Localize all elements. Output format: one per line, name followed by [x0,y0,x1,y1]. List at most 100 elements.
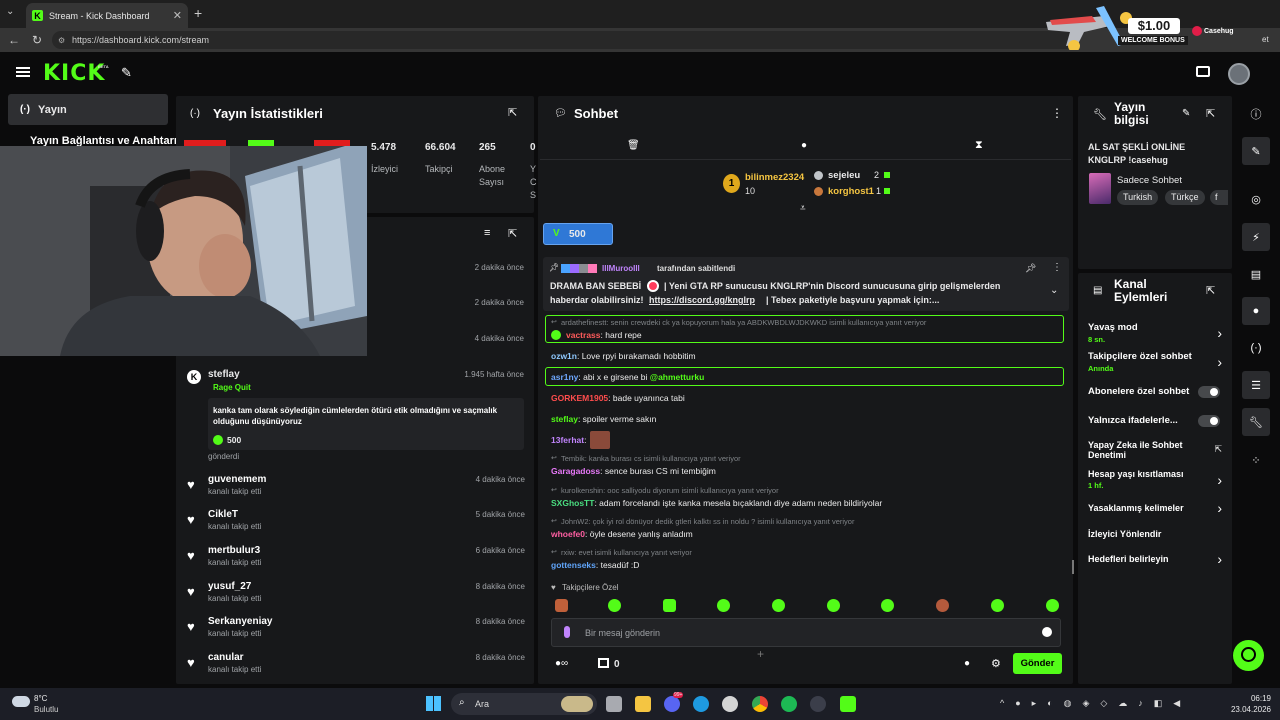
chat-username[interactable]: steflay [551,414,578,424]
hourglass-icon[interactable]: ⧗ [975,139,983,152]
tag-chip[interactable]: Turkish [1117,190,1159,205]
emoji-icon[interactable] [1042,627,1052,637]
follow-username[interactable]: Serkanyeniay [208,616,273,627]
kick-studio-icon[interactable] [840,696,856,712]
broadcast-rail-icon[interactable]: (·) [1242,334,1270,362]
pen-icon[interactable]: ✎ [1242,137,1270,165]
emote-icon[interactable] [1046,599,1059,612]
info-icon[interactable]: ⓘ [1242,100,1270,128]
activity-popout-icon[interactable]: ⇱ [508,227,517,240]
emote-icon[interactable] [772,599,785,612]
file-explorer-icon[interactable] [635,696,651,712]
list-rail-icon[interactable]: ☰ [1242,371,1270,399]
follow-username[interactable]: CikleT [208,509,238,520]
kicks-goal-badge[interactable]: V 500 [543,223,613,245]
windows-start-icon[interactable] [426,696,441,711]
clock-time[interactable]: 06:19 [1243,694,1271,703]
slow-mode-row[interactable]: Yavaş mod 8 sn. › [1088,322,1222,344]
nav-item-yayin[interactable]: (·) Yayın [8,94,168,125]
reload-icon[interactable]: ↻ [32,33,42,47]
pinned-link[interactable]: https://discord.gg/knglrp [649,295,755,305]
chat-username[interactable]: gottenseks [551,560,596,570]
lightning-icon[interactable]: ⚡︎ [1242,223,1270,251]
task-view-icon[interactable] [606,696,622,712]
weather-icon[interactable] [12,696,30,707]
pinned-message[interactable]: 📌︎ lllMurooIll tarafından sabitlendi 📌︎ … [543,257,1069,311]
apps-icon[interactable]: ⁘ [1242,446,1270,474]
chat-username[interactable]: SXGhosTT [551,498,594,508]
category-name[interactable]: Sadece Sohbet [1117,175,1182,186]
goals-row[interactable]: Hedefleri belirleyin › [1088,551,1222,567]
emote-icon[interactable] [827,599,840,612]
edit-icon[interactable]: ✎ [1182,108,1190,119]
menu-icon[interactable] [16,67,30,77]
tray-icons[interactable]: ^●▸◐◍◈◇☁♪◧◀ [1000,698,1210,710]
viewer-redirect-row[interactable]: İzleyici Yönlendir [1088,529,1222,539]
clock-date[interactable]: 23.04.2026 [1226,705,1271,714]
back-icon[interactable]: ← [8,33,20,47]
actions-popout-icon[interactable]: ⇱ [1206,284,1215,297]
store-icon[interactable] [598,658,609,668]
emote-icon[interactable] [991,599,1004,612]
mic-icon[interactable] [564,626,570,638]
discord-icon[interactable] [664,696,680,712]
spotify-icon[interactable] [781,696,797,712]
user-avatar[interactable] [1228,63,1250,85]
new-tab-icon[interactable]: + [194,5,202,21]
chevron-down-icon[interactable]: ⌄ [1050,285,1058,296]
url-field[interactable]: ⚙ https://dashboard.kick.com/stream [52,31,1077,49]
taskbar-search[interactable]: ⌕ Ara [451,693,597,715]
camera-icon[interactable] [1196,66,1210,77]
follow-username[interactable]: yusuf_27 [208,581,251,592]
leader-third-name[interactable]: korghost1 [828,186,874,197]
app-icon[interactable] [810,696,826,712]
banned-words-row[interactable]: Yasaklanmış kelimeler › [1088,500,1222,516]
focus-icon[interactable]: ◎ [1242,185,1270,213]
subs-only-toggle[interactable] [1198,386,1220,398]
emotes-only-toggle[interactable] [1198,415,1220,427]
users-icon[interactable]: ●∞ [555,658,568,669]
tab-close-icon[interactable]: ✕ [173,9,182,22]
followers-only-row[interactable]: Takipçilere özel sohbet Anında › [1088,351,1222,373]
chat-username[interactable]: 13ferhat [551,435,584,445]
browser-tab[interactable]: K Stream - Kick Dashboard ✕ [26,3,188,28]
expand-leaderboard-icon[interactable]: ⩡ [800,203,806,214]
chat-rail-icon[interactable]: ● [1242,297,1270,325]
chat-username[interactable]: GORKEM1905 [551,393,608,403]
follow-username[interactable]: canular [208,652,244,663]
emote-icon[interactable] [717,599,730,612]
emote-icon[interactable] [936,599,949,612]
unpin-icon[interactable]: 📌︎ [1025,263,1036,274]
creator-tools-icon[interactable]: ✎ [121,65,132,81]
wrench-rail-icon[interactable]: 🔧︎ [1242,408,1270,436]
ai-moderation-row[interactable]: Yapay Zeka ile Sohbet Denetimi ⇱ [1088,440,1222,460]
chrome-icon[interactable] [752,696,768,712]
support-chat-button[interactable] [1233,640,1264,671]
trash-icon[interactable]: 🗑︎ [627,140,640,151]
tag-chip[interactable]: f [1210,190,1228,205]
event-username[interactable]: steflay [208,369,240,380]
chat-more-icon[interactable]: ⋮ [1051,106,1063,120]
chat-bubble-icon[interactable]: ● [964,658,970,669]
info-popout-icon[interactable]: ⇱ [1206,107,1215,120]
follow-username[interactable]: guvenemem [208,474,266,485]
send-button[interactable]: Gönder [1013,653,1062,674]
document-icon[interactable]: ▤ [1242,260,1270,288]
chat-username[interactable]: vactrass [566,330,601,340]
settings-gear-icon[interactable]: ⚙ [991,657,1001,670]
account-age-row[interactable]: Hesap yaşı kısıtlaması 1 hf. › [1088,469,1222,490]
kick-logo[interactable]: KICK [43,61,105,86]
emote-icon[interactable] [555,599,568,612]
edge-icon[interactable] [693,696,709,712]
leader-second-name[interactable]: sejeleu [828,170,860,181]
chat-scrollbar[interactable] [1072,560,1074,574]
filter-icon[interactable]: ≡ [484,227,490,239]
chat-username[interactable]: whoefe0 [551,529,585,539]
tag-chip[interactable]: Türkçe [1165,190,1205,205]
chat-username[interactable]: ozw1n [551,351,577,361]
tab-list-icon[interactable]: ⌄ [6,6,20,20]
pinned-more-icon[interactable]: ⋮ [1052,262,1062,273]
emote-icon[interactable] [881,599,894,612]
chat-username[interactable]: asr1ny [551,372,578,382]
message-bubble-icon[interactable]: ● [801,140,807,151]
